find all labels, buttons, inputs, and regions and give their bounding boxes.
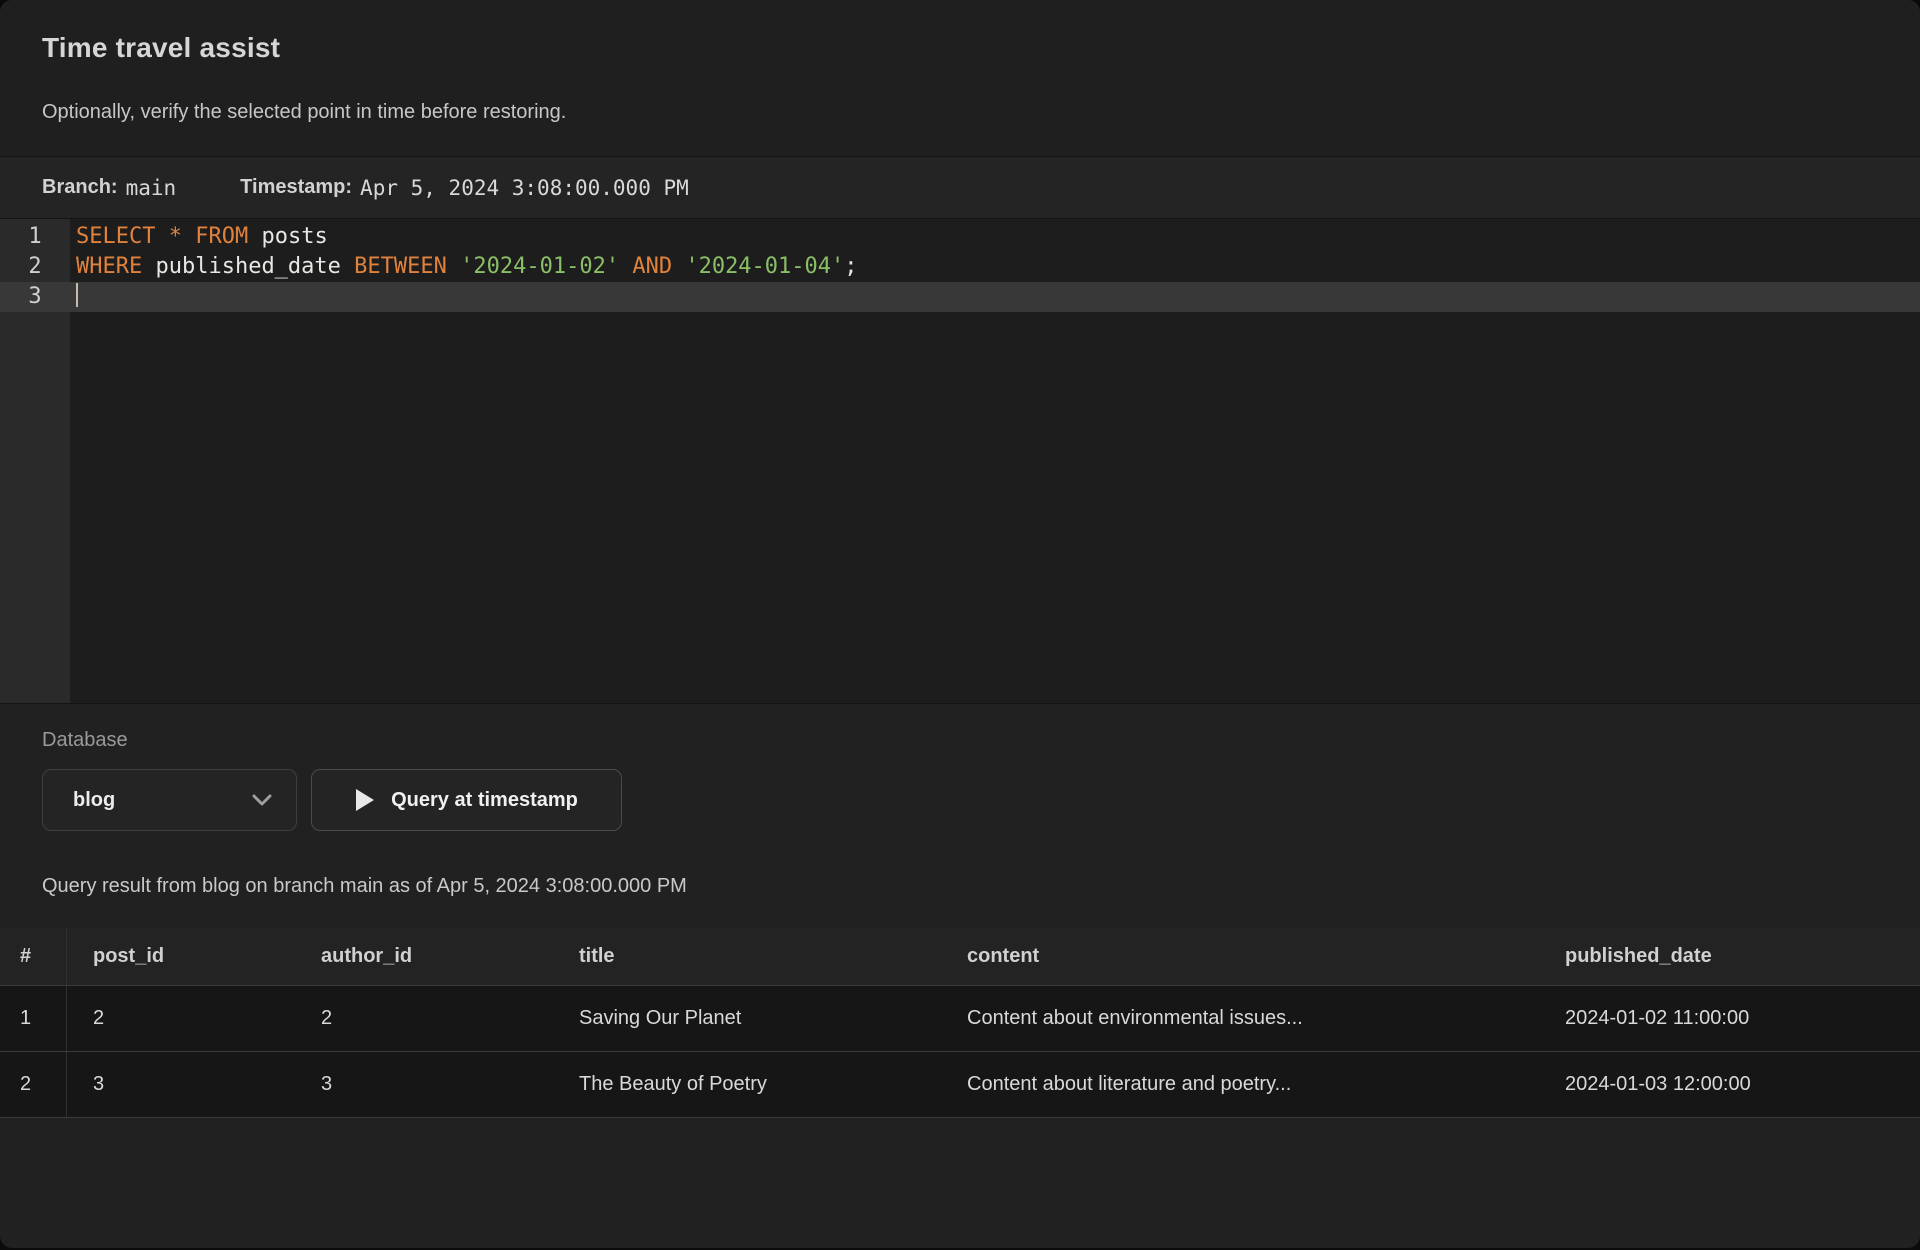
row-index: 1 [0,986,67,1051]
context-bar: Branch: main Timestamp: Apr 5, 2024 3:08… [0,156,1920,218]
timestamp-label: Timestamp: [240,176,352,199]
sql-text: posts [248,224,327,249]
sql-text [672,254,685,279]
database-section-label: Database [42,729,128,752]
table-header-row: # post_id author_id title content publis… [0,928,1920,985]
cell-title: The Beauty of Poetry [553,1052,941,1117]
code-line [70,282,1920,312]
cell-author-id: 3 [295,1052,553,1117]
column-header-index: # [0,928,67,985]
database-selected-value: blog [73,789,252,812]
sql-string: '2024-01-04' [685,254,844,279]
sql-text [182,224,195,249]
column-header-title: title [553,928,941,985]
row-index: 2 [0,1052,67,1117]
query-button-label: Query at timestamp [391,789,578,812]
sql-text: ; [844,254,857,279]
editor-line-3-active[interactable]: 3 [0,282,1920,312]
code-line: WHERE published_date BETWEEN '2024-01-02… [70,252,1920,282]
editor-line-1[interactable]: 1 SELECT * FROM posts [0,222,1920,252]
page-title: Time travel assist [42,32,280,64]
cell-title: Saving Our Planet [553,986,941,1051]
sql-text: published_date [142,254,354,279]
query-result-caption: Query result from blog on branch main as… [42,875,687,898]
text-cursor [76,283,78,307]
sql-keyword: BETWEEN [354,254,447,279]
cell-post-id: 3 [67,1052,295,1117]
cell-author-id: 2 [295,986,553,1051]
cell-content: Content about environmental issues... [941,986,1539,1051]
chevron-down-icon [252,794,272,806]
cell-published-date: 2024-01-02 11:00:00 [1539,986,1920,1051]
branch-value: main [126,176,177,200]
sql-keyword: * [169,224,182,249]
database-select[interactable]: blog [42,769,297,831]
line-number: 3 [0,282,70,312]
sql-keyword: WHERE [76,254,142,279]
sql-text [155,224,168,249]
line-number: 2 [0,252,70,282]
query-at-timestamp-button[interactable]: Query at timestamp [311,769,622,831]
sql-text [619,254,632,279]
editor-line-2[interactable]: 2 WHERE published_date BETWEEN '2024-01-… [0,252,1920,282]
column-header-published-date: published_date [1539,928,1920,985]
panel-header: Time travel assist Optionally, verify th… [0,0,1920,156]
cell-published-date: 2024-01-03 12:00:00 [1539,1052,1920,1117]
column-header-author-id: author_id [295,928,553,985]
line-number: 1 [0,222,70,252]
table-row: 1 2 2 Saving Our Planet Content about en… [0,985,1920,1051]
sql-keyword: AND [632,254,672,279]
sql-string: '2024-01-02' [460,254,619,279]
sql-text [447,254,460,279]
play-icon [355,788,375,812]
sql-keyword: SELECT [76,224,155,249]
page-subtitle: Optionally, verify the selected point in… [42,101,566,124]
column-header-post-id: post_id [67,928,295,985]
result-table: # post_id author_id title content publis… [0,928,1920,1118]
timestamp-value: Apr 5, 2024 3:08:00.000 PM [360,176,689,200]
branch-label: Branch: [42,176,118,199]
sql-keyword: FROM [195,224,248,249]
cell-post-id: 2 [67,986,295,1051]
table-row: 2 3 3 The Beauty of Poetry Content about… [0,1051,1920,1117]
table-bottom-border [0,1117,1920,1118]
column-header-content: content [941,928,1539,985]
code-line: SELECT * FROM posts [70,222,1920,252]
time-travel-assist-panel: Time travel assist Optionally, verify th… [0,0,1920,1248]
sql-editor[interactable]: 1 SELECT * FROM posts 2 WHERE published_… [0,218,1920,704]
cell-content: Content about literature and poetry... [941,1052,1539,1117]
